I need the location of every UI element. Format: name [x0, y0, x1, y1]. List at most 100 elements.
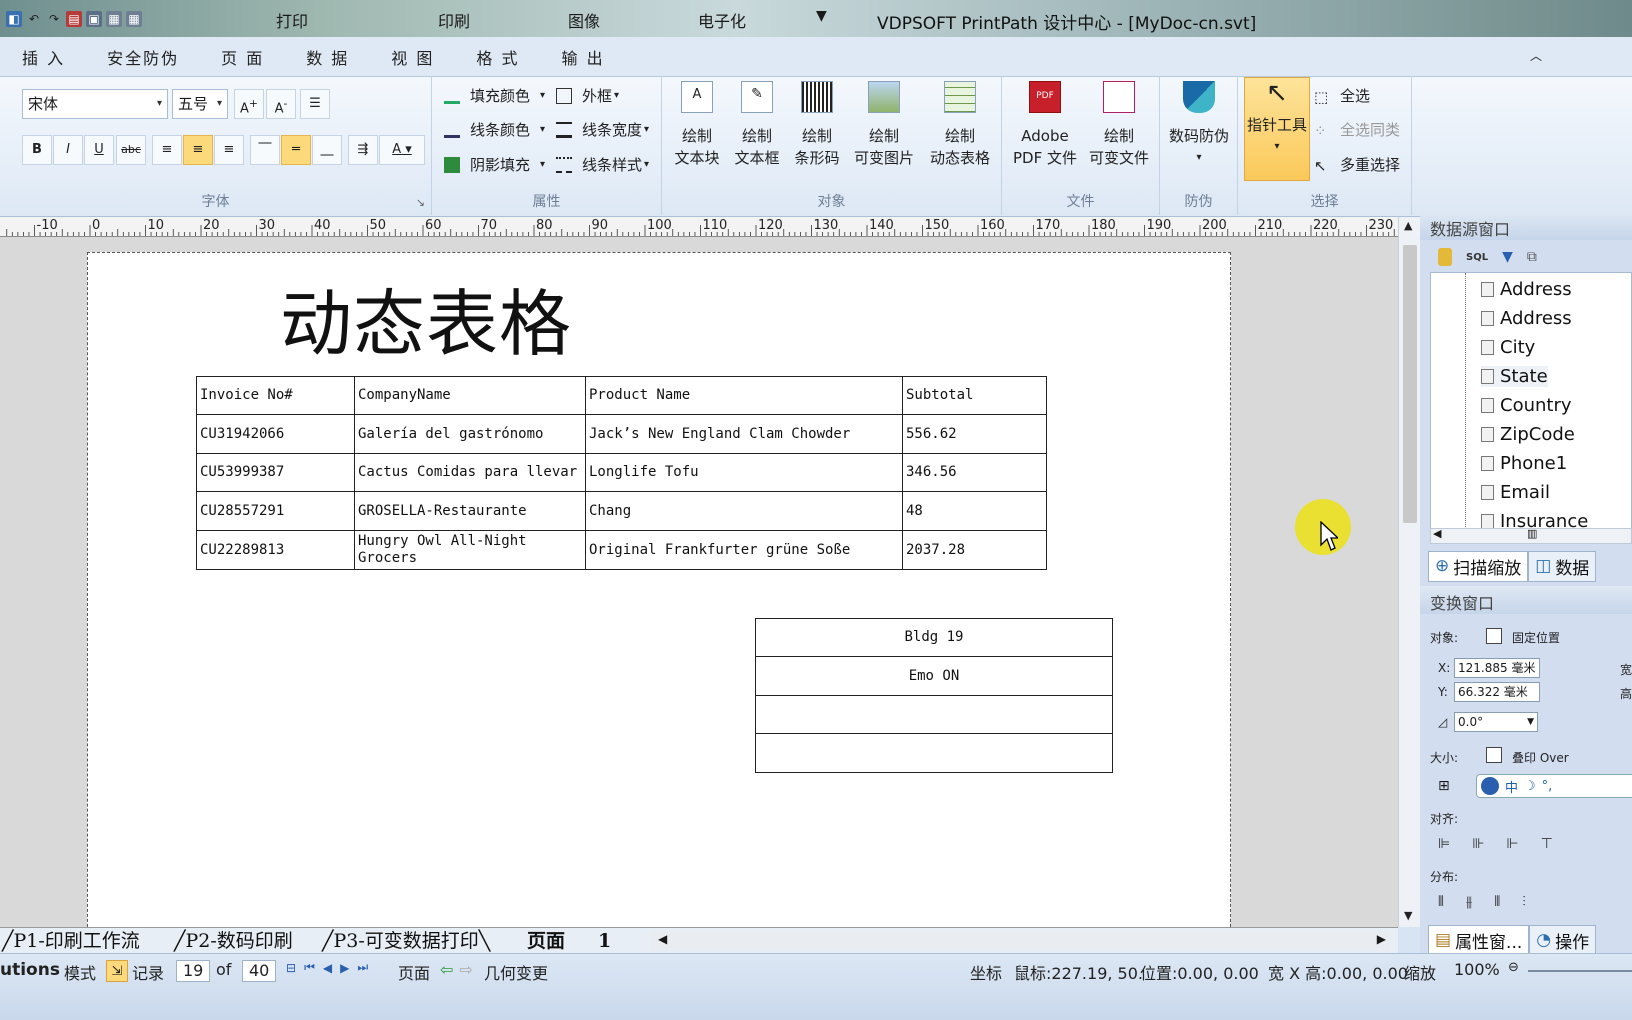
shrink-font-button[interactable]: A- — [266, 89, 296, 119]
menu-view[interactable]: 视 图 — [391, 45, 434, 69]
tab-operations[interactable]: ◔ 操作 — [1529, 924, 1597, 956]
grid-icon[interactable]: ▦ — [106, 11, 122, 27]
table-cell[interactable]: 48 — [902, 491, 1047, 531]
sheet-tab-p3[interactable]: ╱P3-可变数据打印╲ — [322, 929, 490, 953]
scroll-right-icon[interactable]: ▶ — [1377, 932, 1386, 946]
horizontal-ruler[interactable]: -10 0 10 20 30 40 50 60 70 80 90 100 110 120 130 140 150… — [0, 217, 1398, 237]
pointer-tool-button[interactable]: ↖ 指针工具 ▾ — [1244, 77, 1310, 181]
field-item[interactable]: ZipCode — [1481, 424, 1575, 445]
table-cell[interactable]: CU31942066 — [196, 414, 355, 454]
table-cell[interactable]: CU28557291 — [196, 491, 355, 531]
document-page[interactable] — [87, 252, 1231, 927]
bold-button[interactable]: B — [22, 135, 52, 165]
y-input[interactable]: 66.322 毫米 — [1454, 682, 1540, 702]
table-cell[interactable]: Jack’s New England Clam Chowder — [585, 414, 903, 454]
font-family-select[interactable]: 宋体 ▾ — [22, 89, 168, 119]
vertical-scrollbar[interactable]: ▲ ▼ — [1398, 217, 1420, 927]
table-cell[interactable]: 556.62 — [902, 414, 1047, 454]
line-width-button[interactable]: 线条宽度 ▾ — [556, 119, 649, 140]
menu-page[interactable]: 页 面 — [221, 45, 264, 69]
dist-left-icon[interactable]: ⫴ — [1438, 894, 1444, 910]
select-all-button[interactable]: ⬚ 全选 — [1314, 85, 1370, 106]
tab-scan-zoom[interactable]: ⊕ 扫描缩放 — [1428, 550, 1529, 582]
field-tree[interactable]: Address Address City State Country ZipCode Pho… — [1430, 272, 1632, 534]
table-header-cell[interactable]: Product Name — [585, 376, 903, 415]
align-hcenter-icon[interactable]: ⊪ — [1472, 836, 1484, 852]
adobe-pdf-button[interactable]: PDF Adobe PDF 文件 — [1008, 81, 1082, 169]
dist-right-icon[interactable]: ⫴ — [1494, 894, 1500, 910]
dist-center-icon[interactable]: ⫵ — [1466, 894, 1472, 910]
address-line[interactable] — [755, 733, 1113, 773]
save-icon[interactable]: ◧ — [6, 11, 22, 27]
fill-color-button[interactable]: 填充颜色 ▾ — [444, 85, 545, 106]
field-item[interactable]: Email — [1481, 482, 1550, 503]
table-header-cell[interactable]: CompanyName — [354, 376, 586, 415]
tab-properties[interactable]: ▤ 属性窗... — [1428, 924, 1530, 956]
field-item[interactable]: Address — [1481, 308, 1572, 329]
table-cell[interactable]: Longlife Tofu — [585, 453, 903, 492]
valign-middle-button[interactable]: ═ — [281, 135, 311, 165]
ribbon-collapse-icon[interactable]: ︿ — [1530, 47, 1542, 64]
border-button[interactable]: 外框 ▾ — [556, 85, 619, 106]
scroll-up-icon[interactable]: ▲ — [1404, 219, 1412, 232]
database-icon[interactable] — [1438, 248, 1452, 266]
status-zoom-value[interactable]: 100% — [1454, 960, 1500, 979]
qa-electronic-label[interactable]: 电子化 — [698, 8, 746, 32]
table-cell[interactable]: Cactus Comidas para llevar — [354, 453, 586, 492]
record-list-icon[interactable]: ⊟ — [286, 961, 296, 975]
table-cell[interactable]: GROSELLA-Restaurante — [354, 491, 586, 531]
fields-icon[interactable]: ⧉ — [1527, 249, 1537, 265]
sheet-tab-p2[interactable]: ╱P2-数码印刷 — [174, 929, 293, 953]
qa-image-label[interactable]: 图像 — [568, 8, 600, 32]
address-line[interactable]: Bldg 19 — [755, 618, 1113, 657]
table-cell[interactable]: 346.56 — [902, 453, 1047, 492]
undo-icon[interactable]: ↶ — [26, 11, 42, 27]
line-style-button[interactable]: 线条样式 ▾ — [556, 154, 649, 175]
field-item[interactable]: Address — [1481, 279, 1572, 300]
align-center-button[interactable]: ≡ — [183, 135, 213, 165]
bullet-list-button[interactable]: ☰ — [300, 89, 330, 119]
font-color-button[interactable]: A ▾ — [379, 135, 425, 165]
align-right-button[interactable]: ≡ — [214, 135, 244, 165]
page-back-icon[interactable]: ⇦ — [440, 960, 453, 979]
draw-textblock-button[interactable]: A 绘制 文本块 — [668, 81, 726, 169]
variable-file-button[interactable]: 绘制 可变文件 — [1082, 81, 1156, 169]
align-right-icon[interactable]: ⊩ — [1506, 836, 1518, 852]
qa-press-label[interactable]: 印刷 — [438, 8, 470, 32]
align-left-icon[interactable]: ⊫ — [1438, 836, 1450, 852]
draw-barcode-button[interactable]: 绘制 条形码 — [788, 81, 846, 169]
sql-icon[interactable]: SQL — [1466, 252, 1488, 263]
valign-bottom-button[interactable]: ⎽ — [312, 135, 342, 165]
record-last-icon[interactable]: ⏭ — [357, 960, 368, 975]
table-cell[interactable]: 2037.28 — [902, 530, 1047, 570]
page-forward-icon[interactable]: ⇨ — [459, 960, 472, 979]
record-prev-icon[interactable]: ◀ — [323, 961, 332, 975]
design-canvas[interactable] — [0, 237, 1398, 927]
underline-button[interactable]: U — [84, 135, 114, 165]
field-tree-hscroll[interactable]: ◀ ▥ — [1430, 527, 1632, 544]
table-cell[interactable]: CU22289813 — [196, 530, 355, 570]
lock-ratio-icon[interactable]: ⊞ — [1438, 778, 1450, 794]
strike-button[interactable]: abc — [116, 135, 146, 165]
filter-icon[interactable]: ▼ — [1502, 249, 1513, 265]
dist-top-icon[interactable]: ⫶ — [1522, 894, 1526, 910]
zoom-slider[interactable] — [1528, 970, 1632, 972]
fixed-position-checkbox[interactable] — [1486, 628, 1502, 644]
record-mode-icon[interactable]: ⇲ — [106, 960, 128, 982]
scroll-left-icon[interactable]: ◀ — [658, 932, 667, 946]
redo-icon[interactable]: ↷ — [46, 11, 62, 27]
address-line[interactable]: Emo ON — [755, 656, 1113, 696]
table-cell[interactable]: Original Frankfurter grüne Soße — [585, 530, 903, 570]
draw-textbox-button[interactable]: ✎ 绘制 文本框 — [728, 81, 786, 169]
menu-insert[interactable]: 插 入 — [22, 45, 65, 69]
menu-data[interactable]: 数 据 — [306, 45, 349, 69]
shadow-fill-button[interactable]: 阴影填充 ▾ — [444, 154, 545, 175]
table-header-cell[interactable]: Subtotal — [902, 376, 1047, 415]
tab-data[interactable]: ◫ 数据 — [1528, 550, 1597, 582]
line-color-button[interactable]: 线条颜色 ▾ — [444, 119, 545, 140]
align-top-icon[interactable]: ⊤ — [1541, 836, 1553, 852]
x-input[interactable]: 121.885 毫米 — [1454, 658, 1540, 678]
page-number[interactable]: 1 — [598, 929, 611, 953]
sheet-tab-p1[interactable]: ╱P1-印刷工作流 — [2, 929, 140, 953]
grow-font-button[interactable]: A+ — [234, 89, 264, 119]
